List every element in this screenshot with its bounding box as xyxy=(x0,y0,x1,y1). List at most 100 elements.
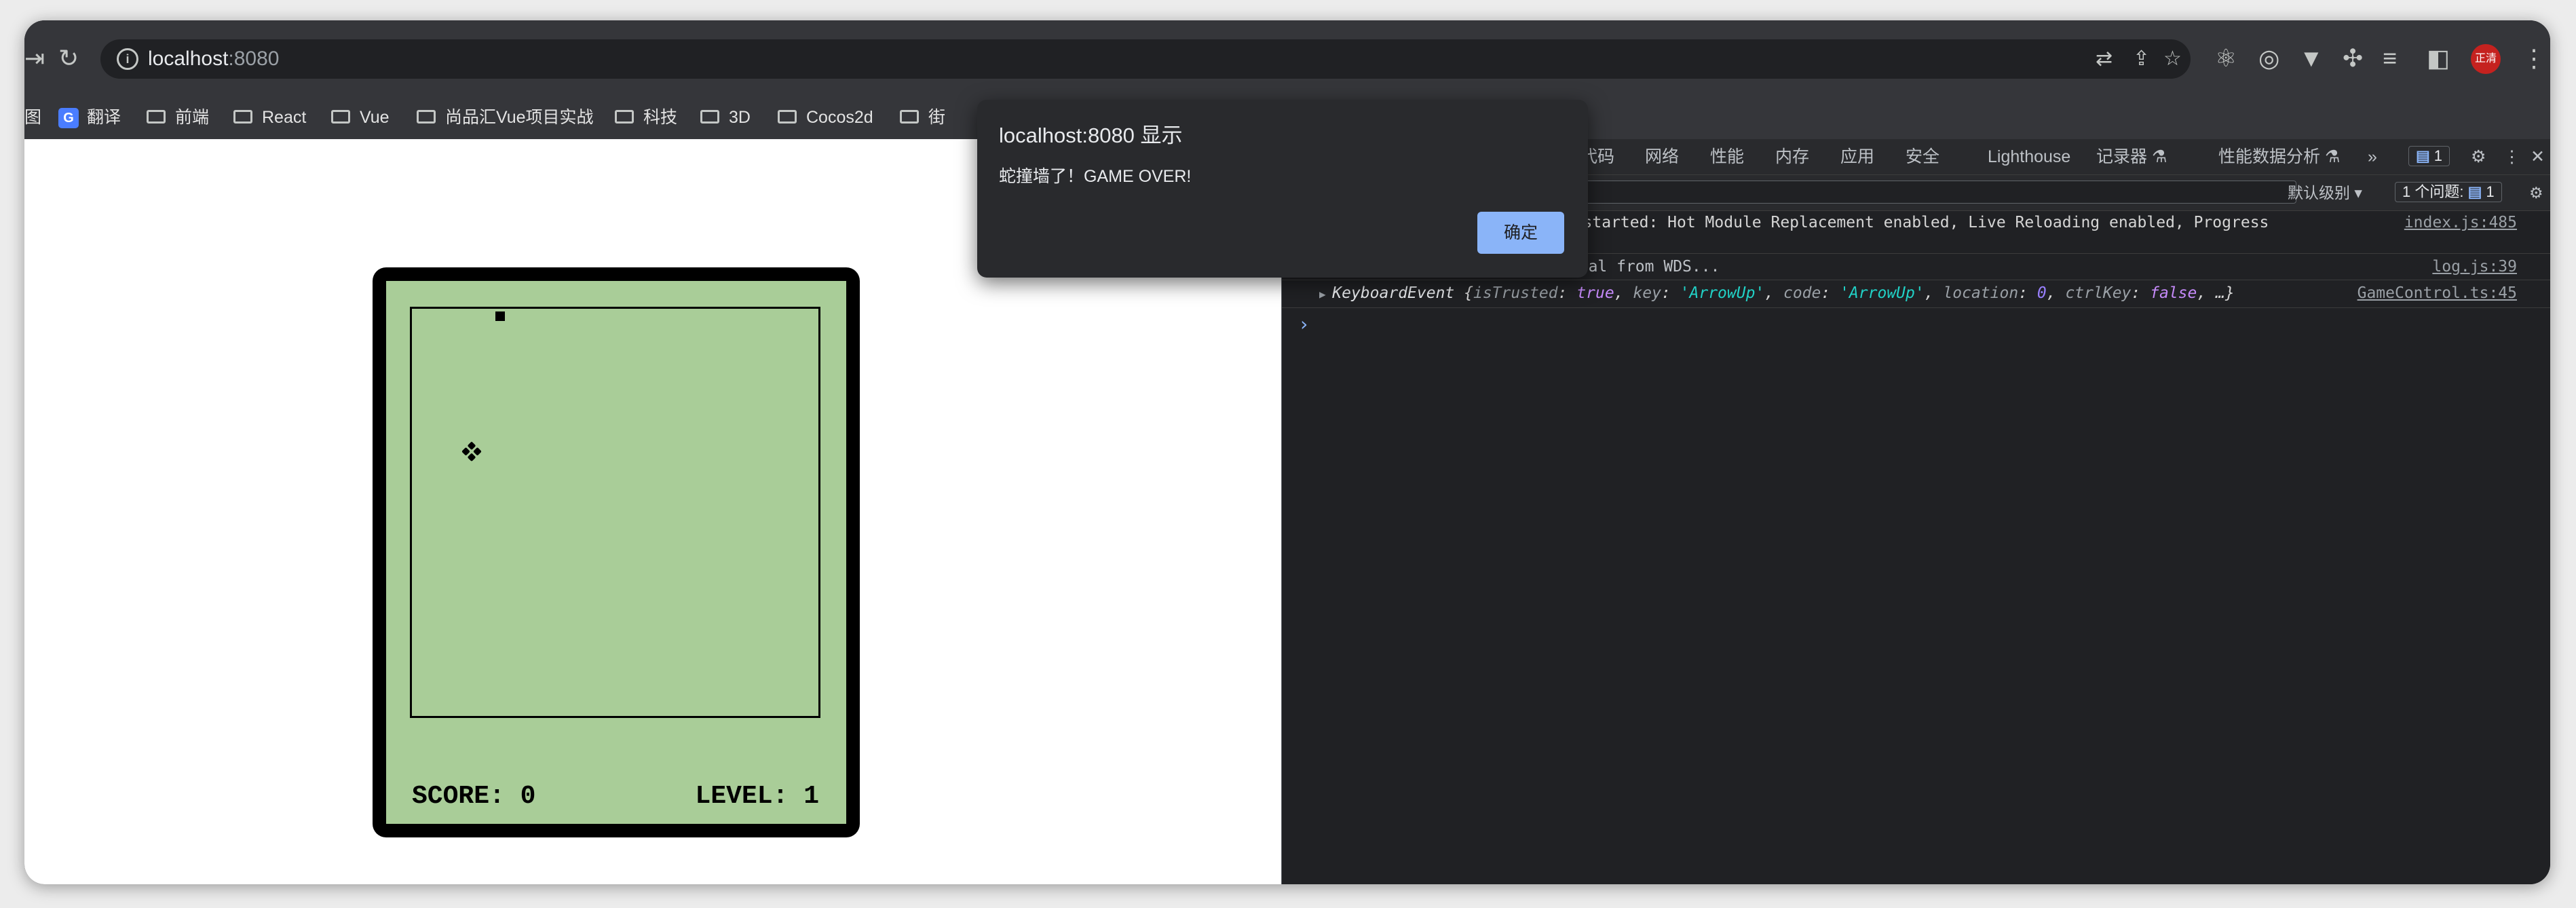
folder-icon xyxy=(233,110,252,124)
url-text[interactable]: localhost:8080 xyxy=(148,46,279,72)
console-message-text: er started: Hot Module Replacement enabl… xyxy=(1555,214,2269,231)
score-label: SCORE: xyxy=(412,782,505,811)
object-value: false xyxy=(2150,284,2197,302)
bookmark-item[interactable]: 图 xyxy=(24,105,41,130)
score: SCORE: 0 xyxy=(412,783,535,810)
message-icon: ▤ xyxy=(2416,147,2430,164)
tab-performance[interactable]: 性能 xyxy=(1710,146,1744,168)
browser-window: ⇥ ↻ i localhost:8080 ⇄ ⇪ ☆ ⚛ ◎ ▼ ✣ ≡ ◧ 正… xyxy=(24,20,2550,884)
bookmark-folder[interactable]: Vue xyxy=(331,105,390,130)
console-source-link[interactable]: GameControl.ts:45 xyxy=(2357,283,2517,303)
profile-avatar[interactable]: 正清 xyxy=(2471,44,2501,74)
side-panel-icon[interactable]: ◧ xyxy=(2427,45,2450,72)
console-prompt-icon[interactable]: › xyxy=(1298,313,1310,335)
bookmark-star-icon[interactable]: ☆ xyxy=(2163,48,2182,71)
more-tabs-icon[interactable]: » xyxy=(2368,146,2377,168)
alert-dialog: localhost:8080 显示 蛇撞墙了！GAME OVER! 确定 xyxy=(977,100,1588,278)
level-value: 1 xyxy=(803,782,819,811)
reload-icon[interactable]: ↻ xyxy=(58,45,79,72)
site-info-icon[interactable]: i xyxy=(117,48,138,70)
object-brace: { xyxy=(1454,284,1473,302)
address-bar[interactable]: i localhost:8080 ⇄ ⇪ ☆ xyxy=(100,39,2191,79)
food-dot xyxy=(473,447,482,456)
console-settings-icon[interactable]: ⚙ xyxy=(2529,182,2543,204)
extensions-icon[interactable]: ✣ xyxy=(2343,45,2363,72)
object-type: KeyboardEvent xyxy=(1332,284,1455,302)
forward-icon[interactable]: ⇥ xyxy=(24,45,45,72)
console-message: ▶ KeyboardEvent {isTrusted: true, key: '… xyxy=(1282,280,2550,308)
folder-icon xyxy=(615,110,634,124)
bookmark-label: Vue xyxy=(360,108,390,127)
devtools-settings-icon[interactable]: ⚙ xyxy=(2471,146,2486,168)
folder-icon xyxy=(417,110,436,124)
dialog-title: localhost:8080 显示 xyxy=(999,124,1183,147)
translate-icon[interactable]: ⇄ xyxy=(2096,48,2113,71)
tab-performance-insights[interactable]: 性能数据分析 ⚗ xyxy=(2218,146,2340,168)
log-levels-dropdown[interactable]: 默认级别 ▾ xyxy=(2288,182,2362,204)
devtools-menu-icon[interactable]: ⋮ xyxy=(2503,146,2520,168)
bookmark-folder[interactable]: 街 xyxy=(900,105,945,130)
bookmark-folder[interactable]: React xyxy=(233,105,306,130)
url-host: localhost xyxy=(148,48,229,70)
share-icon[interactable]: ⇪ xyxy=(2133,48,2150,71)
bookmark-label: 3D xyxy=(729,108,751,127)
snake-game-frame: SCORE: 0 LEVEL: 1 xyxy=(373,267,860,837)
messages-badge[interactable]: ▤ 1 xyxy=(2408,145,2450,166)
tab-memory[interactable]: 内存 xyxy=(1775,146,1809,168)
bookmark-folder[interactable]: 前端 xyxy=(147,105,209,130)
bookmark-label: 图 xyxy=(24,108,42,127)
react-devtools-icon[interactable]: ⚛ xyxy=(2215,45,2237,72)
bookmark-item[interactable]: G 翻译 xyxy=(58,105,121,130)
browser-toolbar: ⇥ ↻ i localhost:8080 ⇄ ⇪ ☆ ⚛ ◎ ▼ ✣ ≡ ◧ 正… xyxy=(24,20,2550,97)
object-tail: , …} xyxy=(2197,284,2235,302)
bookmark-label: 街 xyxy=(928,108,946,127)
object-value: 0 xyxy=(2037,284,2047,302)
dialog-message: 蛇撞墙了！GAME OVER! xyxy=(999,167,1192,186)
ok-button[interactable]: 确定 xyxy=(1477,212,1564,254)
issues-label: 1 个问题: xyxy=(2402,183,2464,200)
expand-arrow-icon[interactable]: ▶ xyxy=(1319,288,1332,301)
game-stage xyxy=(410,307,820,718)
object-value: 'ArrowUp' xyxy=(1840,284,1925,302)
level: LEVEL: 1 xyxy=(696,783,819,810)
object-value: true xyxy=(1576,284,1614,302)
tab-network[interactable]: 网络 xyxy=(1645,146,1679,168)
devtools-close-icon[interactable]: ✕ xyxy=(2531,146,2545,168)
vue-devtools-icon[interactable]: ▼ xyxy=(2299,45,2324,72)
folder-icon xyxy=(700,110,719,124)
folder-icon xyxy=(331,110,350,124)
bookmark-folder[interactable]: 3D xyxy=(700,105,751,130)
object-key: isTrusted xyxy=(1473,284,1558,302)
object-key: key xyxy=(1633,284,1661,302)
object-value: 'ArrowUp' xyxy=(1680,284,1765,302)
object-key: code xyxy=(1783,284,1821,302)
object-key: ctrlKey xyxy=(2065,284,2132,302)
bookmark-label: Cocos2d xyxy=(806,108,873,127)
bookmark-folder[interactable]: 尚品汇Vue项目实战 xyxy=(417,105,594,130)
issues-count: 1 xyxy=(2486,183,2495,200)
tab-application[interactable]: 应用 xyxy=(1840,146,1874,168)
bookmark-label: React xyxy=(262,108,307,127)
folder-icon xyxy=(778,110,797,124)
issues-counter[interactable]: 1 个问题: ▤ 1 xyxy=(2395,181,2502,202)
bookmark-label: 尚品汇Vue项目实战 xyxy=(445,108,594,127)
snake-game-panel: SCORE: 0 LEVEL: 1 xyxy=(386,281,846,824)
console-source-link[interactable]: index.js:485 xyxy=(2404,212,2517,233)
console-object[interactable]: ▶ KeyboardEvent {isTrusted: true, key: '… xyxy=(1319,283,2235,305)
browser-menu-icon[interactable]: ⋮ xyxy=(2522,45,2546,72)
food-dot xyxy=(467,453,476,462)
bookmark-folder[interactable]: 科技 xyxy=(615,105,677,130)
bookmark-label: 翻译 xyxy=(87,108,121,127)
tab-lighthouse[interactable]: Lighthouse xyxy=(1988,146,2070,168)
console-source-link[interactable]: log.js:39 xyxy=(2432,257,2517,277)
issue-icon: ▤ xyxy=(2467,183,2482,200)
score-value: 0 xyxy=(520,782,536,811)
extension-target-icon[interactable]: ◎ xyxy=(2258,45,2279,72)
tab-recorder[interactable]: 记录器 ⚗ xyxy=(2096,146,2167,168)
reading-list-icon[interactable]: ≡ xyxy=(2383,45,2397,72)
snake-head xyxy=(495,311,506,322)
tab-security[interactable]: 安全 xyxy=(1906,146,1939,168)
bookmark-folder[interactable]: Cocos2d xyxy=(778,105,873,130)
bookmark-label: 前端 xyxy=(175,108,210,127)
bookmark-label: 科技 xyxy=(643,108,678,127)
